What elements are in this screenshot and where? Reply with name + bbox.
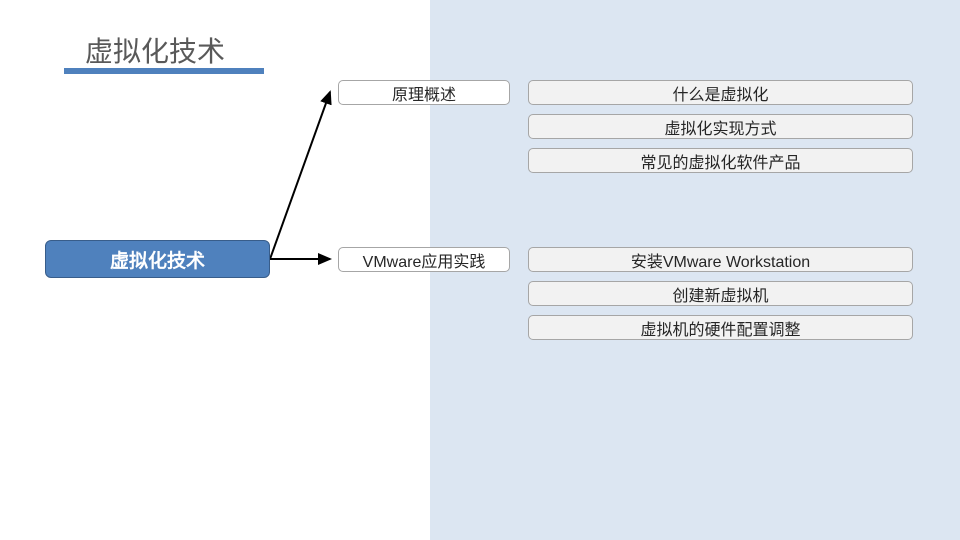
leaf-node-1-1: 创建新虚拟机 — [528, 281, 913, 306]
leaf-node-0-0: 什么是虚拟化 — [528, 80, 913, 105]
leaf-node-0-2: 常见的虚拟化软件产品 — [528, 148, 913, 173]
slide-title: 虚拟化技术 — [85, 30, 225, 70]
leaf-node-1-2: 虚拟机的硬件配置调整 — [528, 315, 913, 340]
branch-node-1: VMware应用实践 — [338, 247, 510, 272]
branch-node-0: 原理概述 — [338, 80, 510, 105]
leaf-node-1-0: 安装VMware Workstation — [528, 247, 913, 272]
root-node: 虚拟化技术 — [45, 240, 270, 278]
leaf-node-0-1: 虚拟化实现方式 — [528, 114, 913, 139]
title-underline — [64, 68, 264, 74]
